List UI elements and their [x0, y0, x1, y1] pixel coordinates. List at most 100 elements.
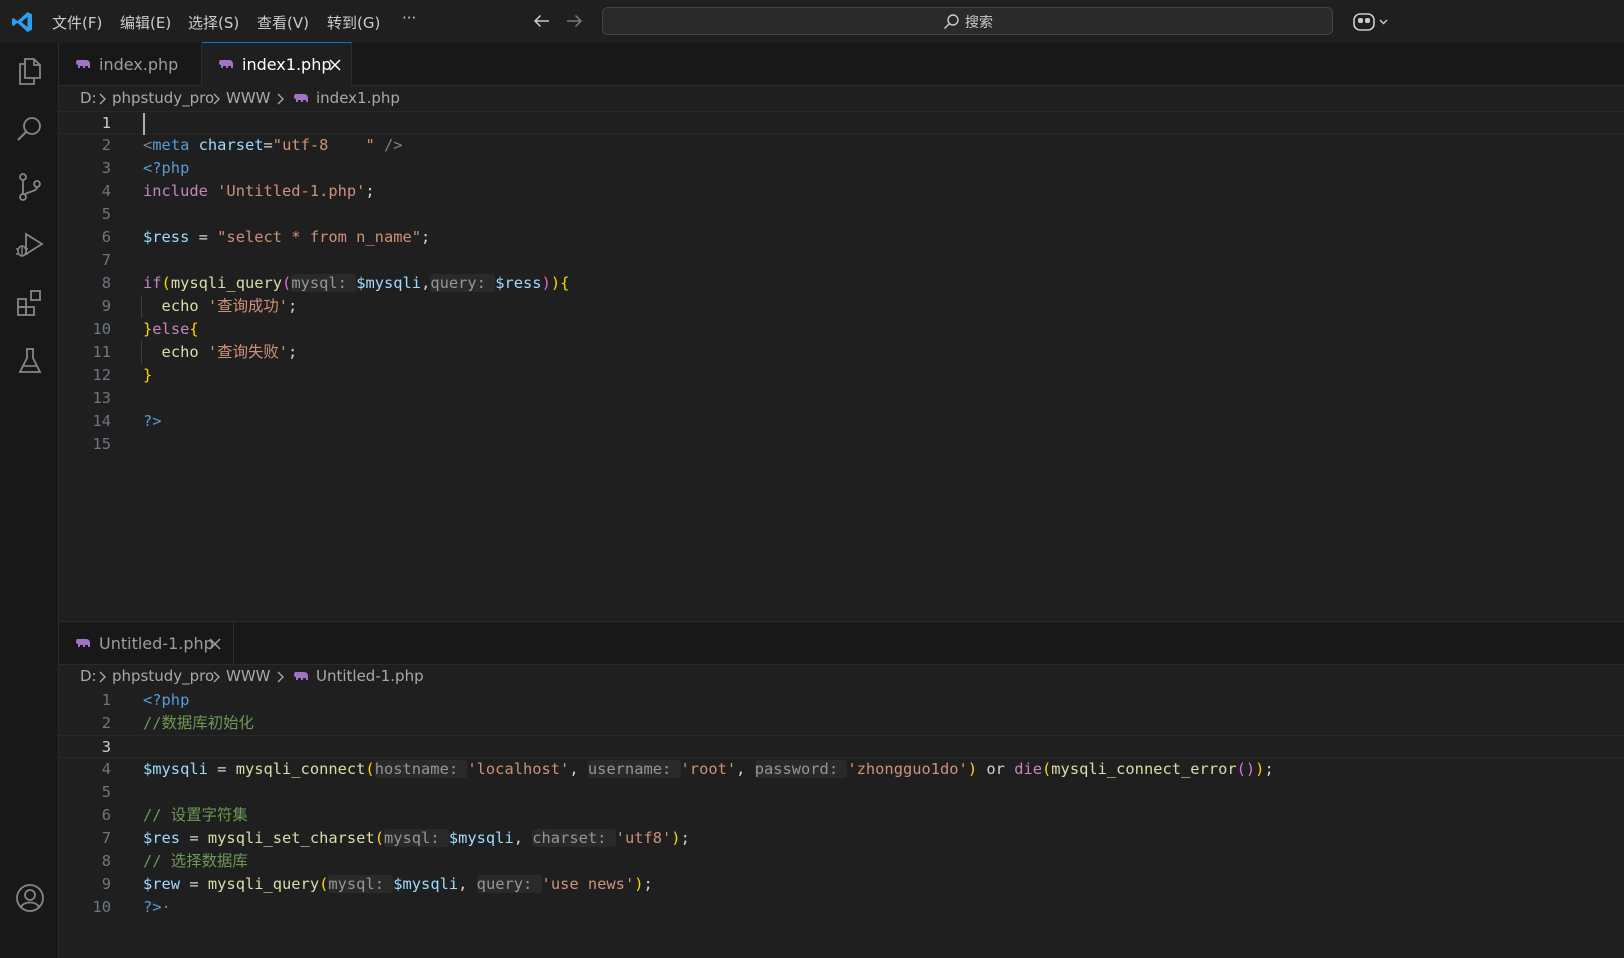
- code-text[interactable]: // 设置字符集: [143, 804, 248, 827]
- code-text[interactable]: }: [143, 364, 152, 387]
- menu-file[interactable]: 文件(F): [52, 12, 102, 33]
- tab-untitled-1-php[interactable]: Untitled-1.php: [59, 622, 234, 665]
- line-number[interactable]: 7: [59, 249, 111, 272]
- code-line[interactable]: 10 ?>·: [59, 896, 1624, 919]
- menu-go[interactable]: 转到(G): [327, 12, 380, 33]
- line-number[interactable]: 5: [59, 781, 111, 804]
- line-number[interactable]: 9: [59, 873, 111, 896]
- run-debug-icon[interactable]: [14, 229, 46, 261]
- line-number[interactable]: 8: [59, 850, 111, 873]
- code-line[interactable]: 7 $res = mysqli_set_charset(mysql: $mysql…: [59, 827, 1624, 850]
- code-text[interactable]: $ress = "select * from n_name";: [143, 226, 430, 249]
- code-line[interactable]: 15: [59, 433, 1624, 456]
- line-number[interactable]: 12: [59, 364, 111, 387]
- code-line[interactable]: 9 echo '查询成功';: [59, 295, 1624, 318]
- code-editor-bottom[interactable]: 1 <?php 2 //数据库初始化 3 4 $mysqli = mysqli_connec…: [59, 689, 1624, 958]
- breadcrumb-file[interactable]: index1.php: [316, 89, 400, 107]
- code-line[interactable]: 12}: [59, 364, 1624, 387]
- code-line[interactable]: 3 <?php: [59, 157, 1624, 180]
- code-text[interactable]: }else{: [143, 318, 199, 341]
- code-text[interactable]: <?php: [143, 689, 189, 712]
- close-icon[interactable]: [327, 57, 343, 73]
- code-text[interactable]: ?>·: [143, 896, 171, 919]
- breadcrumb-drive[interactable]: D:: [80, 667, 97, 685]
- code-line[interactable]: 8 if(mysqli_query(mysql: $mysqli,query: $…: [59, 272, 1624, 295]
- code-line[interactable]: 1 <?php: [59, 689, 1624, 712]
- line-number[interactable]: 8: [59, 272, 111, 295]
- line-number[interactable]: 2: [59, 134, 111, 157]
- line-number[interactable]: 6: [59, 226, 111, 249]
- code-text[interactable]: <meta charset="utf-8 " />: [143, 134, 403, 157]
- line-number[interactable]: 1: [59, 112, 111, 135]
- extensions-icon[interactable]: [14, 287, 46, 319]
- arrow-left-icon[interactable]: [531, 10, 553, 32]
- code-text[interactable]: if(mysqli_query(mysql: $mysqli,query: $r…: [143, 272, 569, 295]
- breadcrumb-folder[interactable]: WWW: [226, 89, 271, 107]
- breadcrumb-folder[interactable]: phpstudy_pro: [112, 89, 214, 107]
- line-number[interactable]: 6: [59, 804, 111, 827]
- breadcrumb-drive[interactable]: D:: [80, 89, 97, 107]
- menu-more[interactable]: ···: [402, 9, 416, 27]
- line-number[interactable]: 10: [59, 896, 111, 919]
- code-line[interactable]: 13: [59, 387, 1624, 410]
- line-number[interactable]: 4: [59, 758, 111, 781]
- menu-view[interactable]: 查看(V): [257, 12, 309, 33]
- line-number[interactable]: 4: [59, 180, 111, 203]
- line-number[interactable]: 2: [59, 712, 111, 735]
- code-line[interactable]: 9 $rew = mysqli_query(mysql: $mysqli, que…: [59, 873, 1624, 896]
- code-line[interactable]: 14 ?>: [59, 410, 1624, 433]
- code-text[interactable]: ?>: [143, 410, 162, 433]
- vscode-logo-icon[interactable]: [10, 10, 34, 34]
- command-center-search[interactable]: 搜索: [602, 7, 1333, 35]
- code-line[interactable]: 4 $mysqli = mysqli_connect(hostname: 'loc…: [59, 758, 1624, 781]
- arrow-right-icon[interactable]: [563, 10, 585, 32]
- code-text[interactable]: $rew = mysqli_query(mysql: $mysqli, quer…: [143, 873, 653, 896]
- menu-selection[interactable]: 选择(S): [188, 12, 239, 33]
- line-number[interactable]: 1: [59, 689, 111, 712]
- code-line[interactable]: 1: [59, 111, 1624, 134]
- code-line[interactable]: 6 $ress = "select * from n_name";: [59, 226, 1624, 249]
- code-text[interactable]: echo '查询失败';: [143, 341, 298, 364]
- account-icon[interactable]: [14, 882, 46, 914]
- breadcrumb-folder[interactable]: WWW: [226, 667, 271, 685]
- code-line[interactable]: 2 //数据库初始化: [59, 712, 1624, 735]
- code-line[interactable]: 6 // 设置字符集: [59, 804, 1624, 827]
- code-line[interactable]: 5: [59, 203, 1624, 226]
- line-number[interactable]: 9: [59, 295, 111, 318]
- code-text[interactable]: $res = mysqli_set_charset(mysql: $mysqli…: [143, 827, 690, 850]
- tab-index-php[interactable]: index.php: [59, 43, 202, 86]
- line-number[interactable]: 13: [59, 387, 111, 410]
- code-line[interactable]: 7: [59, 249, 1624, 272]
- search-icon[interactable]: [14, 113, 46, 145]
- code-line[interactable]: 3: [59, 735, 1624, 758]
- line-number[interactable]: 11: [59, 341, 111, 364]
- line-number[interactable]: 14: [59, 410, 111, 433]
- code-text[interactable]: include 'Untitled-1.php';: [143, 180, 375, 203]
- menu-edit[interactable]: 编辑(E): [120, 12, 171, 33]
- breadcrumb-folder[interactable]: phpstudy_pro: [112, 667, 214, 685]
- copilot-icon[interactable]: [1352, 9, 1392, 35]
- line-number[interactable]: 15: [59, 433, 111, 456]
- code-text[interactable]: //数据库初始化: [143, 712, 254, 735]
- code-text[interactable]: // 选择数据库: [143, 850, 248, 873]
- code-editor-top[interactable]: 1 2 <meta charset="utf-8 " /> 3 <?php 4 includ…: [59, 111, 1624, 621]
- line-number[interactable]: 3: [59, 157, 111, 180]
- code-line[interactable]: 10 }else{: [59, 318, 1624, 341]
- close-icon[interactable]: [207, 636, 223, 652]
- line-number[interactable]: 7: [59, 827, 111, 850]
- tab-index1-php[interactable]: index1.php: [202, 42, 352, 86]
- line-number[interactable]: 10: [59, 318, 111, 341]
- code-line[interactable]: 11 echo '查询失败';: [59, 341, 1624, 364]
- line-number[interactable]: 5: [59, 203, 111, 226]
- testing-icon[interactable]: [14, 345, 46, 377]
- code-line[interactable]: 5: [59, 781, 1624, 804]
- line-number[interactable]: 3: [59, 736, 111, 759]
- code-line[interactable]: 4 include 'Untitled-1.php';: [59, 180, 1624, 203]
- source-control-icon[interactable]: [14, 171, 46, 203]
- files-icon[interactable]: [14, 55, 46, 87]
- code-text[interactable]: echo '查询成功';: [143, 295, 298, 318]
- code-line[interactable]: 8 // 选择数据库: [59, 850, 1624, 873]
- breadcrumb-file[interactable]: Untitled-1.php: [316, 667, 424, 685]
- code-text[interactable]: $mysqli = mysqli_connect(hostname: 'loca…: [143, 758, 1274, 781]
- code-line[interactable]: 2 <meta charset="utf-8 " />: [59, 134, 1624, 157]
